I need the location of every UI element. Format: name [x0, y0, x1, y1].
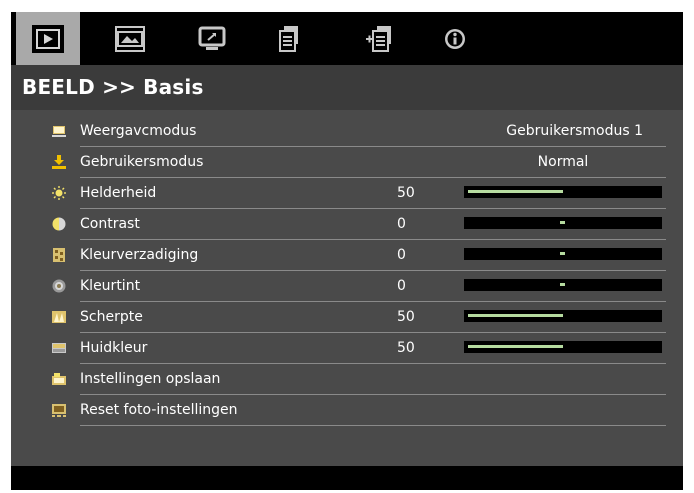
menu-item-value: 50 — [397, 185, 415, 201]
film-image-icon — [115, 25, 145, 52]
slider-marker — [560, 221, 565, 224]
tab-settings[interactable] — [257, 12, 321, 65]
title-bar: BEELD >> Basis — [11, 65, 683, 110]
menu-item-value: 50 — [397, 340, 415, 356]
slider-fill — [468, 190, 563, 193]
menu-item-label: Scherpte — [80, 309, 143, 325]
tab-display[interactable] — [180, 12, 244, 65]
menu-item-label: Kleurverzadiging — [80, 247, 199, 263]
slider-fill — [468, 314, 563, 317]
document-settings-icon — [279, 25, 298, 52]
skin-color-slider[interactable] — [464, 341, 662, 353]
menu-item-label: Gebruikersmodus — [80, 154, 204, 170]
menu-item-huidkleur[interactable]: Huidkleur 50 — [11, 333, 683, 364]
skin-color-icon — [52, 343, 66, 353]
menu-item-value: Normal — [537, 154, 589, 170]
menu-list: Weergavcmodus Gebruikersmodus 1 Gebruike… — [11, 110, 683, 466]
sun-icon — [52, 186, 66, 200]
menu-item-value: 0 — [397, 278, 406, 294]
play-screen-icon — [32, 24, 64, 53]
menu-item-kleurverzadiging[interactable]: Kleurverzadiging 0 — [11, 240, 683, 271]
menu-item-contrast[interactable]: Contrast 0 — [11, 209, 683, 240]
menu-item-weergavcmodus[interactable]: Weergavcmodus Gebruikersmodus 1 — [11, 116, 683, 147]
saturation-slider[interactable] — [464, 248, 662, 260]
bottom-bar — [11, 466, 683, 490]
slider-marker — [560, 252, 565, 255]
menu-item-value: 0 — [397, 216, 406, 232]
document-add-icon — [366, 25, 391, 52]
tab-options[interactable] — [348, 12, 412, 65]
sharpness-icon — [52, 311, 66, 323]
menu-item-value: Gebruikersmodus 1 — [506, 123, 643, 139]
tint-slider[interactable] — [464, 279, 662, 291]
menu-item-label: Contrast — [80, 216, 140, 232]
menu-item-label: Weergavcmodus — [80, 123, 197, 139]
menu-item-label: Kleurtint — [80, 278, 141, 294]
menu-item-value: 0 — [397, 247, 406, 263]
save-settings-icon — [52, 373, 66, 385]
tint-icon — [52, 279, 66, 293]
tab-bar — [11, 12, 683, 65]
display-settings-icon — [198, 26, 226, 50]
sharpness-slider[interactable] — [464, 310, 662, 322]
row-divider — [80, 425, 666, 426]
saturation-icon — [53, 248, 65, 262]
contrast-slider[interactable] — [464, 217, 662, 229]
brightness-slider[interactable] — [464, 186, 662, 198]
tab-information[interactable] — [423, 12, 487, 65]
menu-item-instellingen-opslaan[interactable]: Instellingen opslaan — [11, 364, 683, 395]
menu-item-kleurtint[interactable]: Kleurtint 0 — [11, 271, 683, 302]
menu-item-helderheid[interactable]: Helderheid 50 — [11, 178, 683, 209]
menu-item-label: Huidkleur — [80, 340, 148, 356]
menu-item-label: Reset foto-instellingen — [80, 402, 238, 418]
menu-item-reset-foto-instellingen[interactable]: Reset foto-instellingen — [11, 395, 683, 426]
menu-item-value: 50 — [397, 309, 415, 325]
reset-photo-icon — [52, 404, 66, 417]
display-mode-icon — [52, 126, 66, 137]
osd-menu: BEELD >> Basis Weergavcmodus Gebruikersm… — [11, 12, 683, 490]
tab-image-advanced[interactable] — [98, 12, 162, 65]
slider-fill — [468, 345, 563, 348]
download-icon — [52, 155, 66, 169]
info-icon — [445, 28, 465, 49]
contrast-icon — [52, 217, 66, 231]
slider-marker — [560, 283, 565, 286]
menu-item-gebruikersmodus[interactable]: Gebruikersmodus Normal — [11, 147, 683, 178]
menu-item-label: Instellingen opslaan — [80, 371, 221, 387]
menu-item-scherpte[interactable]: Scherpte 50 — [11, 302, 683, 333]
page-title: BEELD >> Basis — [22, 75, 204, 99]
menu-item-label: Helderheid — [80, 185, 157, 201]
tab-picture[interactable] — [16, 12, 80, 65]
